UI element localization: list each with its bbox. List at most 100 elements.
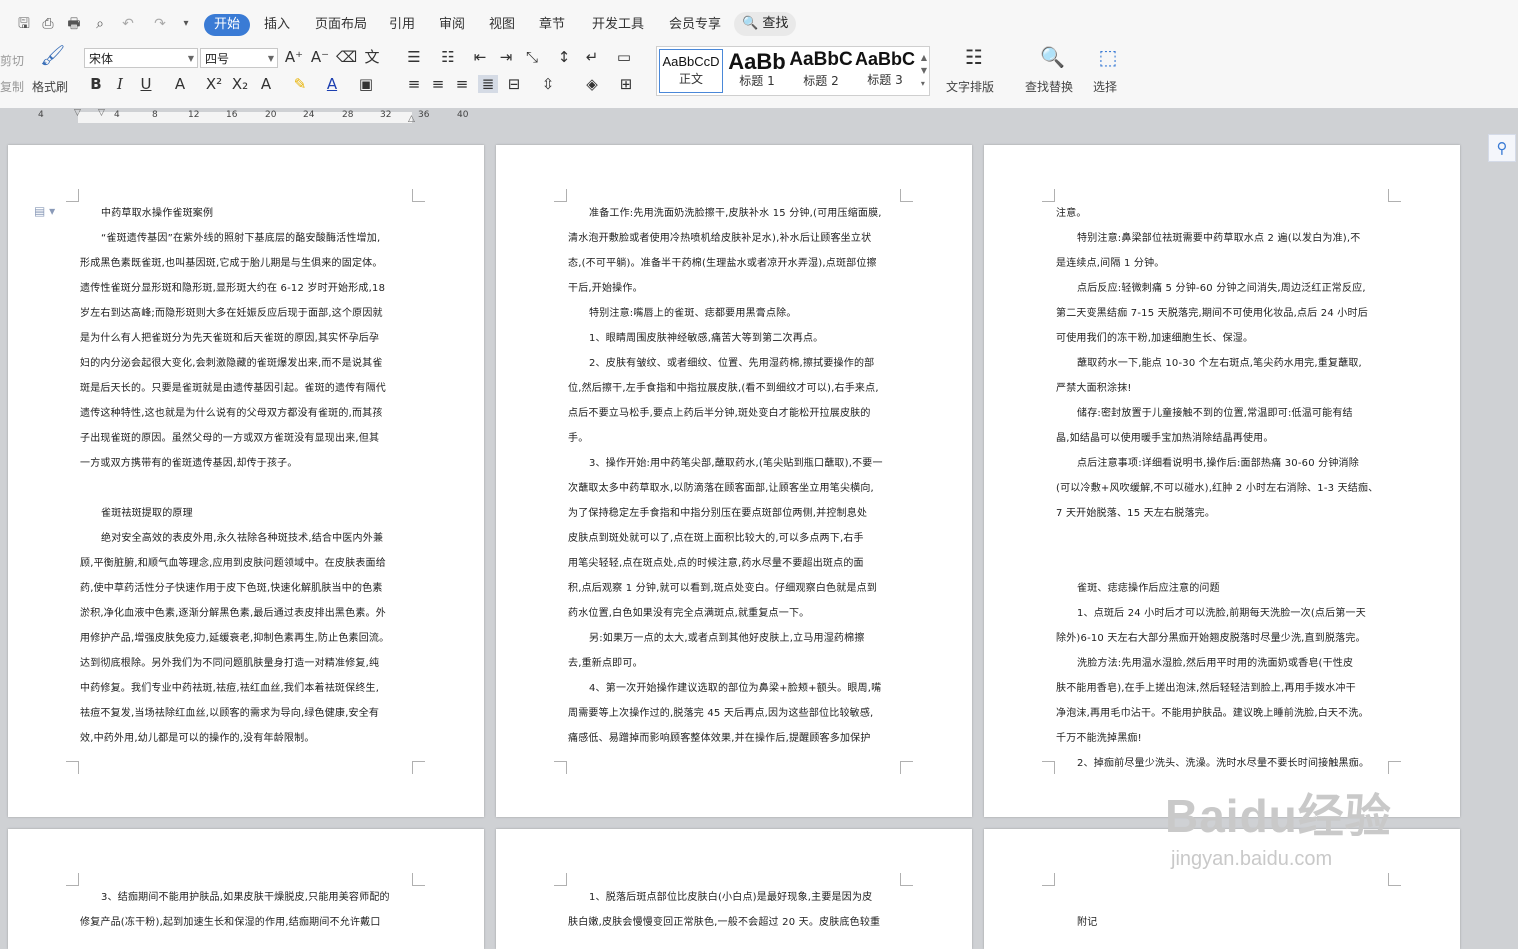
text-line: 位,然后擦干,左手食指和中指拉展皮肤,(看不到细纹才可以),右手来点, [568,383,879,394]
format-painter-icon[interactable]: 🖌 [40,45,65,65]
styles-scroll-icon[interactable]: ▲ ▼ ▾ [921,51,927,90]
format-painter-button[interactable]: 格式刷 [32,78,68,95]
ruler-label: 4 [38,110,44,120]
first-line-indent-icon[interactable]: ▽ [98,108,105,118]
baidu-jingyan-watermark: Baidu经验 jingyan.baidu.com [1165,780,1392,871]
align-left-icon[interactable]: ≡ [404,75,424,93]
document-icon[interactable]: ▤ ▾ [34,204,55,218]
print-icon[interactable]: 🖶 [64,14,84,34]
style-heading-3[interactable]: AaBbC 标题 3 [853,49,917,93]
document-page-5[interactable]: 1、脱落后斑点部位比皮肤白(小白点)是最好现象,主要是因为皮 肤白嫩,皮肤会慢慢变… [496,829,972,949]
search-label: 查找 [762,16,789,31]
search-button[interactable]: 🔍 查找 [734,12,797,36]
tab-review[interactable]: 审阅 [437,14,467,36]
text-line: 2、掉痂前尽量少洗头、洗澡。洗时水尽量不要长时间接触黑痂。 [1077,758,1370,769]
font-effect-icon[interactable]: A [170,75,190,93]
style-heading-2[interactable]: AaBbC 标题 2 [789,49,853,93]
cut-button[interactable]: 剪切 [0,52,24,69]
text-line: 点后不要立马松手,要点上药后半分钟,斑处变白才能松开拉展皮肤的 [568,408,871,419]
tab-insert[interactable]: 插入 [262,14,292,36]
style-heading-1[interactable]: AaBb 标题 1 [725,49,789,93]
font-color-icon[interactable]: A [322,75,342,93]
font-name-select[interactable]: 宋体 ▼ [84,48,198,68]
shrink-font-icon[interactable]: A⁻ [310,48,330,66]
text-line: 7 天开始脱落、15 天左右脱落完。 [1056,508,1216,519]
style-normal[interactable]: AaBbCcD 正文 [659,49,723,93]
customize-toolbar-icon[interactable]: ▾ [176,14,196,34]
text-line: 用修护产品,增强皮肤免疫力,延缓衰老,抑制色素再生,防止色素回流。 [80,633,390,644]
show-marks-icon[interactable]: ↵ [582,48,602,66]
decrease-indent-icon[interactable]: ⇤ [470,48,490,66]
document-page-2[interactable]: 准备工作:先用洗面奶洗脸擦干,皮肤补水 15 分钟,(可用压缩面膜, 清水泡开敷脸… [496,145,972,817]
text-line: 特别注意:鼻梁部位祛斑需要中药草取水点 2 遍(以发白为准),不 [1077,233,1361,244]
text-line: 次蘸取太多中药草取水,以防滴落在顾客面部,让顾客坐立用笔尖横向, [568,483,874,494]
select-button[interactable]: 选择 [1093,78,1117,95]
text-line: 修复产品(冻干粉),起到加速生长和保湿的作用,结痂期间不允许戴口 [80,917,381,928]
superscript-icon[interactable]: X² [204,75,224,93]
italic-icon[interactable]: I [110,75,130,93]
tab-references[interactable]: 引用 [387,14,417,36]
indent-marker-icon[interactable]: ▽ [74,108,81,118]
highlight-icon[interactable]: ✎ [290,75,310,93]
text-layout-button[interactable]: 文字排版 [946,78,994,95]
crop-mark [900,873,913,886]
sort-icon[interactable]: ↕ [554,48,574,66]
right-indent-icon[interactable]: △ [408,114,415,124]
table-tools-icon[interactable]: ▭ [614,48,634,66]
ruler-label: 12 [188,110,200,120]
tab-chapter[interactable]: 章节 [537,14,567,36]
tab-developer[interactable]: 开发工具 [590,14,646,36]
text-line: 手。 [568,433,589,444]
text-line: 是为什么有人把雀斑分为先天雀斑和后天雀斑的原因,其实怀孕后孕 [80,333,380,344]
tab-member[interactable]: 会员专享 [667,14,723,36]
output-pdf-icon[interactable]: ⎙ [38,14,58,34]
bullets-icon[interactable]: ☰ [404,48,424,66]
line-spacing-icon[interactable]: ⇳ [538,75,558,93]
horizontal-ruler[interactable]: 4 4 8 12 16 20 24 28 32 36 40 ▽ ▽ △ [0,108,1518,126]
phonetic-guide-icon[interactable]: 文 [362,48,382,66]
redo-icon[interactable]: ↷ [150,14,170,34]
character-border-icon[interactable]: ▣ [356,75,376,93]
text-effects-icon[interactable]: A [256,75,276,93]
shading-icon[interactable]: ◈ [582,75,602,93]
align-right-icon[interactable]: ≡ [452,75,472,93]
text-line: 淤积,净化血液中色素,逐渐分解黑色素,最后通过表皮排出黑色素。外 [80,608,386,619]
font-size-select[interactable]: 四号 ▼ [200,48,278,68]
bold-icon[interactable]: B [86,75,106,93]
underline-icon[interactable]: U [136,75,156,93]
text-line: 4、第一次开始操作建议选取的部位为鼻梁+脸颊+额头。眼周,嘴 [589,683,882,694]
justify-icon[interactable]: ≣ [478,75,498,93]
undo-icon[interactable]: ↶ [118,14,138,34]
find-replace-icon[interactable]: 🔍 [1040,47,1065,67]
text-line: 周需要等上次操作过的,脱落完 45 天后再点,因为这些部位比较敏感, [568,708,874,719]
document-page-3[interactable]: 注意。 特别注意:鼻梁部位祛斑需要中药草取水点 2 遍(以发白为准),不 是连续点,… [984,145,1460,817]
select-icon[interactable]: ⬚ [1096,47,1120,67]
style-heading-3-preview: AaBbC [854,49,915,69]
numbering-icon[interactable]: ☷ [438,48,458,66]
borders-icon[interactable]: ⊞ [616,75,636,93]
tab-page-layout[interactable]: 页面布局 [313,14,369,36]
text-line: 蘸取药水一下,能点 10-30 个左右斑点,笔尖药水用完,重复蘸取, [1077,358,1362,369]
text-layout-icon[interactable]: ☷ [962,47,986,67]
text-line: 中药修复。我们专业中药祛斑,祛痘,祛红血丝,我们本着祛斑保终生, [80,683,380,694]
tab-view[interactable]: 视图 [487,14,517,36]
document-page-4[interactable]: 3、结痂期间不能用护肤品,如果皮肤干燥脱皮,只能用美容师配的 修复产品(冻干粉),… [8,829,484,949]
print-preview-icon[interactable]: ⌕ [90,14,110,34]
clear-format-icon[interactable]: ⌫ [336,48,357,66]
document-page-1[interactable]: 中药草取水操作雀斑案例 “雀斑遗传基因”在紫外线的照射下基底层的酪安酸酶活性增加,… [8,145,484,817]
text-line: 痛感低、易蹭掉而影响顾客整体效果,并在操作后,提醒顾客多加保护 [568,733,871,744]
copy-button[interactable]: 复制 [0,78,24,95]
grow-font-icon[interactable]: A⁺ [284,48,304,66]
subscript-icon[interactable]: X₂ [230,75,250,93]
save-icon[interactable]: 🖫 [14,14,34,34]
find-replace-button[interactable]: 查找替换 [1025,78,1073,95]
increase-indent-icon[interactable]: ⇥ [496,48,516,66]
align-center-icon[interactable]: ≡ [428,75,448,93]
distribute-icon[interactable]: ⊟ [504,75,524,93]
crop-mark [66,873,79,886]
tab-home[interactable]: 开始 [204,14,251,36]
location-pin-icon[interactable]: ⚲ [1488,134,1516,162]
text-direction-icon[interactable]: ⤡ [522,48,542,66]
font-size-value: 四号 [205,52,230,66]
ruler-label: 36 [418,110,430,120]
